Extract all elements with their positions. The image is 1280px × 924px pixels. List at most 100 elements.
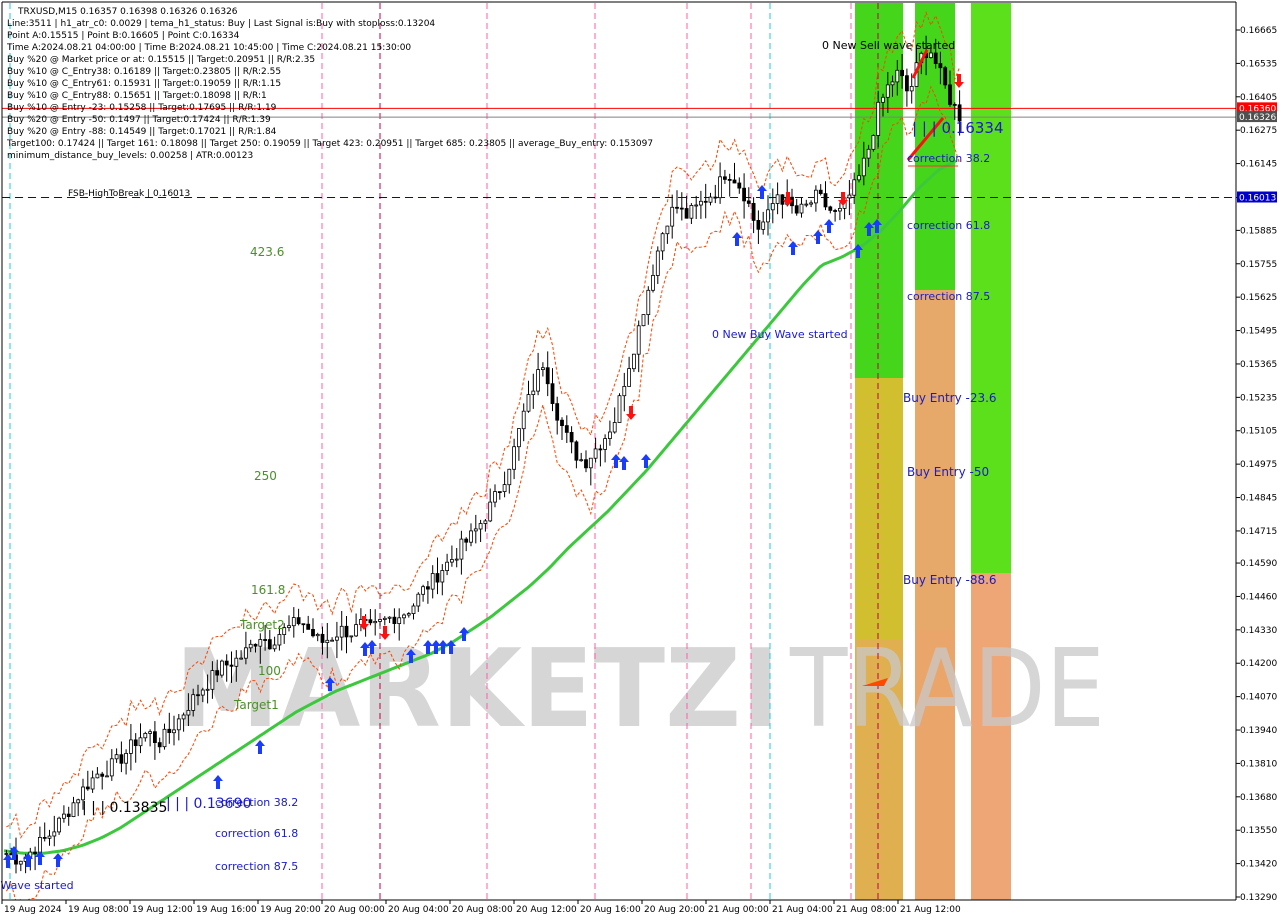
price-chart[interactable]: MARKETZI TRADE 423.6 250 161.8 Target2 1…	[0, 0, 1280, 920]
candle-body	[421, 586, 426, 595]
candle-body	[670, 206, 675, 227]
candle-body	[210, 670, 215, 690]
point-a-label-left: | | | 0.13835	[82, 800, 167, 816]
candle-body	[272, 644, 277, 650]
candle-body	[445, 561, 450, 572]
sell-wave-label: 0 New Sell wave started	[822, 39, 955, 52]
point-a-label-right: | | | 0.13690	[166, 796, 251, 812]
fib-label-target2: Target2	[239, 618, 285, 632]
candle-body	[598, 448, 603, 451]
info-line-11: Target100: 0.17424 || Target 161: 0.1809…	[6, 139, 653, 149]
candle-body	[536, 369, 540, 392]
candle-body	[296, 617, 301, 625]
candle-body	[751, 202, 756, 221]
x-tick-label: 21 Aug 12:00	[900, 905, 961, 915]
candle-body	[459, 538, 464, 560]
candle-body	[287, 625, 291, 629]
candle-body	[176, 718, 181, 731]
candle-body	[814, 189, 818, 204]
candle-body	[775, 194, 780, 204]
candle-body	[723, 176, 727, 180]
info-line-2: Point A:0.15515 | Point B:0.16605 | Poin…	[7, 31, 240, 41]
candle-body	[133, 739, 138, 747]
candle-body	[449, 559, 454, 563]
candle-body	[881, 96, 885, 103]
candle-body	[866, 148, 871, 159]
y-tick-label: 0.16665	[1240, 26, 1277, 36]
candle-body	[267, 639, 272, 650]
candle-body	[833, 210, 837, 212]
candle-body	[186, 710, 191, 716]
candle-body	[248, 643, 253, 649]
candle-body	[344, 625, 349, 638]
info-line-3: Time A:2024.08.21 04:00:00 | Time B:2024…	[6, 43, 411, 53]
candle-body	[584, 459, 588, 469]
fib-label-target1: Target1	[233, 698, 279, 712]
candle-body	[354, 624, 359, 637]
y-tick-label: 0.15365	[1240, 360, 1277, 370]
buy-entry-50: Buy Entry -50	[907, 465, 989, 479]
fib-label-423: 423.6	[250, 245, 284, 259]
candle-body	[109, 758, 114, 777]
candle-body	[905, 75, 909, 92]
candle-body	[857, 175, 861, 181]
candle-body	[440, 570, 445, 583]
candle-body	[315, 634, 320, 637]
candle-body	[608, 431, 612, 439]
info-line-8: Buy %10 @ Entry -23: 0.15258 || Target:0…	[7, 103, 277, 113]
candle-body	[521, 410, 526, 430]
candle-body	[852, 179, 857, 196]
candle-body	[794, 205, 799, 214]
candle-body	[196, 694, 200, 697]
y-tick-label: 0.14590	[1240, 559, 1277, 569]
candle-body	[81, 786, 85, 801]
info-line-7: Buy %10 @ C_Entry88: 0.15651 || Target:0…	[7, 91, 267, 101]
candle-body	[876, 101, 881, 136]
candle-body	[517, 428, 521, 448]
candle-body	[651, 274, 655, 291]
candle-body	[85, 786, 90, 790]
x-tick-label: 20 Aug 08:00	[452, 905, 513, 915]
correction-right-87: correction 87.5	[907, 290, 990, 303]
y-tick-label: 0.15235	[1240, 393, 1277, 403]
candle-body	[497, 491, 502, 494]
candle-body	[694, 204, 699, 207]
correction-right-38: correction 38.2	[907, 152, 990, 165]
candle-body	[895, 69, 900, 83]
candle-body	[234, 657, 239, 667]
candle-body	[679, 207, 684, 210]
info-line-5: Buy %10 @ C_Entry38: 0.16189 || Target:0…	[7, 67, 281, 77]
price-tag-label: 0.16013	[1239, 193, 1276, 203]
fsb-label: FSB-HighToBreak | 0.16013	[68, 189, 190, 199]
candle-body	[406, 613, 411, 616]
buy-wave-label-mid: 0 New Buy Wave started	[712, 328, 848, 341]
candle-body	[454, 558, 459, 561]
candle-body	[612, 422, 617, 433]
candle-body	[416, 593, 421, 607]
candle-body	[152, 731, 157, 744]
candle-body	[703, 200, 708, 203]
y-tick-label: 0.16275	[1240, 126, 1277, 136]
y-tick-label: 0.15105	[1240, 427, 1277, 437]
candle-body	[675, 206, 679, 209]
candle-body	[560, 419, 564, 427]
candle-body	[172, 729, 176, 734]
candle-body	[588, 457, 593, 469]
candle-body	[464, 538, 469, 543]
candle-body	[162, 728, 167, 748]
candle-body	[325, 639, 330, 643]
candle-body	[948, 84, 952, 105]
candle-body	[263, 639, 268, 641]
candle-body	[493, 491, 497, 503]
candle-body	[541, 367, 545, 371]
info-line-4: Buy %20 @ Market price or at: 0.15515 ||…	[7, 55, 315, 65]
chart-root: MARKETZI TRADE 423.6 250 161.8 Target2 1…	[0, 0, 1280, 920]
candle-body	[564, 425, 569, 433]
candle-body	[57, 817, 61, 833]
candle-body	[502, 484, 507, 493]
candle-body	[18, 860, 23, 865]
candle-body	[655, 250, 660, 276]
y-tick-label: 0.16405	[1240, 93, 1277, 103]
candle-body	[320, 634, 325, 643]
candle-body	[105, 775, 109, 778]
